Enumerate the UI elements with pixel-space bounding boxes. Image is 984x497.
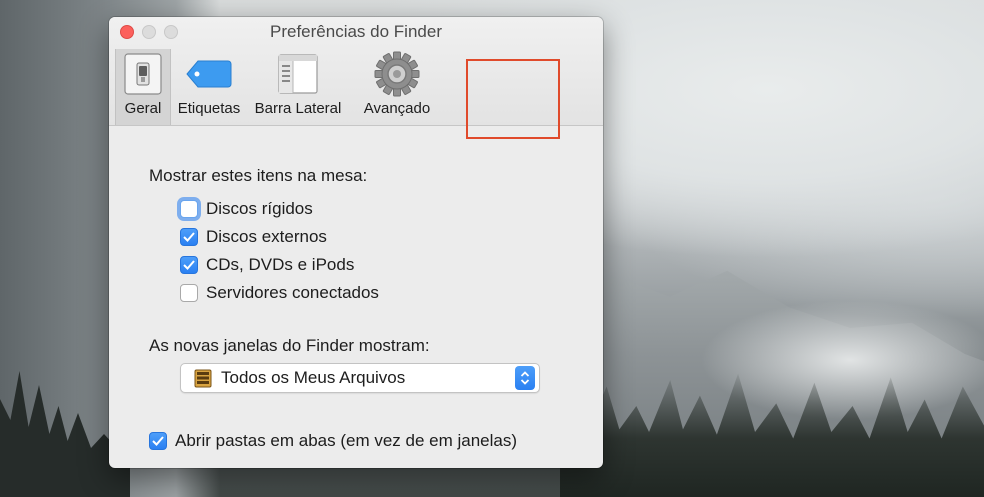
checkbox-row-cds-dvds-ipods[interactable]: CDs, DVDs e iPods [180,253,354,277]
discos-rigidos-checkbox[interactable] [180,200,198,218]
checkmark-icon [152,436,164,446]
desktop-items-heading: Mostrar estes itens na mesa: [149,166,368,185]
gear-icon [373,51,421,97]
all-files-icon [194,369,212,388]
tab-avancado-label: Avançado [363,100,431,117]
preferences-toolbar: Geral Etiquetas Barra Lateral Avançado [115,49,445,125]
discos-externos-label: Discos externos [206,227,327,246]
discos-externos-checkbox[interactable] [180,228,198,246]
tag-icon [185,52,233,96]
cds-dvds-ipods-checkbox[interactable] [180,256,198,274]
new-windows-heading: As novas janelas do Finder mostram: [149,336,430,355]
window-title: Preferências do Finder [270,22,442,41]
tab-barra-lateral[interactable]: Barra Lateral [247,49,349,125]
tab-geral-label: Geral [124,100,162,117]
checkbox-row-servidores-conectados[interactable]: Servidores conectados [180,281,379,305]
tab-barra-lateral-label: Barra Lateral [254,100,342,117]
annotation-highlight-box [466,59,560,139]
new-windows-select[interactable]: Todos os Meus Arquivos [180,363,540,393]
abrir-pastas-abas-checkbox[interactable] [149,432,167,450]
discos-rigidos-label: Discos rígidos [206,199,313,218]
cds-dvds-ipods-label: CDs, DVDs e iPods [206,255,355,274]
checkbox-row-discos-rigidos[interactable]: Discos rígidos [180,197,313,221]
tab-avancado[interactable]: Avançado [349,49,445,125]
tab-etiquetas[interactable]: Etiquetas [171,49,247,125]
checkmark-icon [183,260,195,270]
tab-geral[interactable]: Geral [115,49,171,125]
switch-icon [119,52,167,96]
sidebar-icon [274,52,322,96]
checkbox-row-discos-externos[interactable]: Discos externos [180,225,327,249]
tab-etiquetas-label: Etiquetas [177,100,241,117]
chevron-up-down-icon[interactable] [515,366,535,390]
checkbox-row-abrir-pastas-abas[interactable]: Abrir pastas em abas (em vez de em janel… [149,429,517,453]
servidores-conectados-checkbox[interactable] [180,284,198,302]
finder-preferences-window: Preferências do Finder Geral Etiquetas B… [109,17,603,468]
new-windows-select-value: Todos os Meus Arquivos [221,368,406,387]
window-titlebar: Preferências do Finder Geral Etiquetas B… [109,17,603,139]
abrir-pastas-abas-label: Abrir pastas em abas (em vez de em janel… [175,431,518,450]
servidores-conectados-label: Servidores conectados [206,283,379,302]
checkmark-icon [183,232,195,242]
